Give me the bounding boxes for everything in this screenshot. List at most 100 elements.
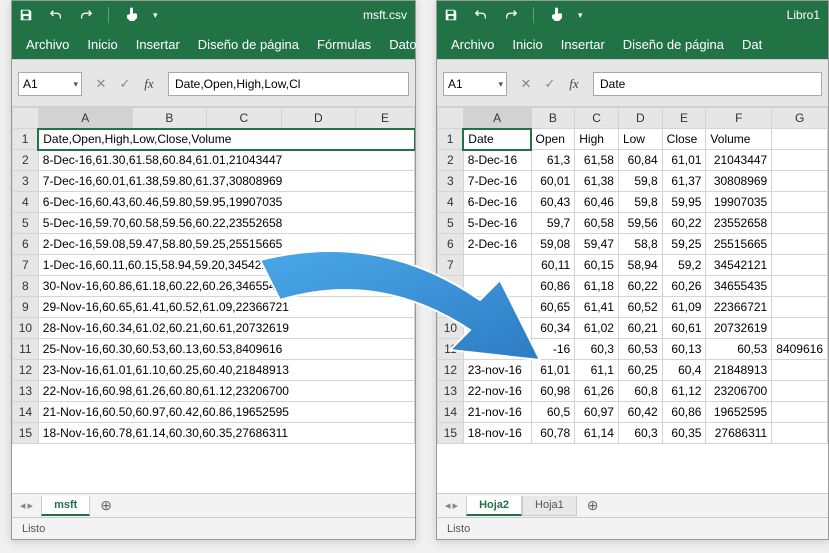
cell[interactable]: 61,09 <box>662 297 706 318</box>
cell[interactable] <box>772 423 828 444</box>
cell[interactable]: 60,53 <box>706 339 772 360</box>
col-header[interactable]: E <box>356 108 415 129</box>
row-header[interactable]: 9 <box>13 297 39 318</box>
cell[interactable]: 58,8 <box>618 234 662 255</box>
cancel-formula-icon[interactable]: ✕ <box>517 76 535 92</box>
cell[interactable] <box>772 255 828 276</box>
cell[interactable]: 59,8 <box>618 192 662 213</box>
row-header[interactable]: 11 <box>438 339 464 360</box>
cell[interactable]: 61,01 <box>662 150 706 171</box>
cell[interactable]: 25515665 <box>706 234 772 255</box>
cell[interactable]: Close <box>662 129 706 150</box>
accept-formula-icon[interactable]: ✓ <box>116 76 134 92</box>
cell[interactable]: 20732619 <box>706 318 772 339</box>
row-header[interactable]: 9 <box>438 297 464 318</box>
cell[interactable]: 8-Dec-16,61.30,61.58,60.84,61.01,2104344… <box>38 150 414 171</box>
col-header[interactable]: A <box>38 108 132 129</box>
cell[interactable]: 23-Nov-16,61.01,61.10,60.25,60.40,218489… <box>38 360 414 381</box>
col-header[interactable]: B <box>132 108 206 129</box>
cell[interactable]: Date <box>463 129 531 150</box>
cell[interactable]: 30-Nov-16,60.86,61.18,60.22,60.26,346554… <box>38 276 414 297</box>
fx-icon[interactable]: fx <box>140 76 158 92</box>
cell[interactable]: 60,11 <box>531 255 575 276</box>
cell[interactable]: 5-Dec-16,59.70,60.58,59.56,60.22,2355265… <box>38 213 414 234</box>
ribbon-tab-dat[interactable]: Dat <box>742 37 762 52</box>
cell[interactable]: 60,22 <box>662 213 706 234</box>
cell[interactable]: -16 <box>531 339 575 360</box>
tab-nav-prev-icon[interactable]: ◂ <box>445 499 451 512</box>
cell[interactable]: 19907035 <box>706 192 772 213</box>
cell[interactable] <box>772 171 828 192</box>
col-header[interactable]: C <box>575 108 619 129</box>
row-header[interactable]: 14 <box>13 402 39 423</box>
cell[interactable]: High <box>575 129 619 150</box>
row-header[interactable]: 8 <box>438 276 464 297</box>
ribbon-tab-frmulas[interactable]: Fórmulas <box>317 37 371 52</box>
cell[interactable] <box>772 318 828 339</box>
cell[interactable]: 60,97 <box>575 402 619 423</box>
cell[interactable]: 60,58 <box>575 213 619 234</box>
row-header[interactable]: 15 <box>438 423 464 444</box>
cell[interactable]: 1-Dec-16,60.11,60.15,58.94,59.20,3454212… <box>38 255 414 276</box>
cell[interactable]: 60,84 <box>618 150 662 171</box>
cell[interactable]: 60,42 <box>618 402 662 423</box>
cell[interactable]: 22-nov-16 <box>463 381 531 402</box>
cell[interactable]: 30808969 <box>706 171 772 192</box>
cell[interactable]: 60,25 <box>618 360 662 381</box>
spreadsheet-grid[interactable]: ABCDE1Date,Open,High,Low,Close,Volume28-… <box>12 107 415 493</box>
ribbon-tab-insertar[interactable]: Insertar <box>561 37 605 52</box>
cell[interactable]: 7-Dec-16 <box>463 171 531 192</box>
accept-formula-icon[interactable]: ✓ <box>541 76 559 92</box>
cell[interactable]: Volume <box>706 129 772 150</box>
cell[interactable]: Open <box>531 129 575 150</box>
col-header[interactable]: D <box>618 108 662 129</box>
col-header[interactable]: C <box>207 108 281 129</box>
col-header[interactable]: E <box>662 108 706 129</box>
cell[interactable]: 7-Dec-16,60.01,61.38,59.80,61.37,3080896… <box>38 171 414 192</box>
cell[interactable]: 8409616 <box>772 339 828 360</box>
col-header[interactable]: G <box>772 108 828 129</box>
cell[interactable]: 59,25 <box>662 234 706 255</box>
cell[interactable] <box>463 297 531 318</box>
formula-input[interactable]: Date <box>593 72 822 96</box>
row-header[interactable]: 1 <box>13 129 39 150</box>
sheet-tab-hoja1[interactable]: Hoja1 <box>522 496 577 516</box>
cell[interactable]: 2-Dec-16 <box>463 234 531 255</box>
cell[interactable]: 25-Nov-16,60.30,60.53,60.13,60.53,840961… <box>38 339 414 360</box>
cell[interactable]: 21043447 <box>706 150 772 171</box>
name-box[interactable]: A1▾ <box>443 72 507 96</box>
cell[interactable]: 28-Nov-16,60.34,61.02,60.21,60.61,207326… <box>38 318 414 339</box>
spreadsheet-grid[interactable]: ABCDEFG1DateOpenHighLowCloseVolume28-Dec… <box>437 107 828 493</box>
cell[interactable]: 34542121 <box>706 255 772 276</box>
cell[interactable]: 60,53 <box>618 339 662 360</box>
cell[interactable]: Low <box>618 129 662 150</box>
cell[interactable]: 60,3 <box>618 423 662 444</box>
row-header[interactable]: 12 <box>438 360 464 381</box>
cell[interactable] <box>463 276 531 297</box>
cell[interactable]: 18-nov-16 <box>463 423 531 444</box>
cell[interactable]: 60,98 <box>531 381 575 402</box>
ribbon-tab-archivo[interactable]: Archivo <box>451 37 494 52</box>
row-header[interactable]: 10 <box>438 318 464 339</box>
cell[interactable]: 61,26 <box>575 381 619 402</box>
tab-nav-next-icon[interactable]: ▸ <box>28 499 34 512</box>
cell[interactable] <box>772 129 828 150</box>
row-header[interactable]: 5 <box>13 213 39 234</box>
row-header[interactable]: 6 <box>438 234 464 255</box>
undo-icon[interactable] <box>473 7 489 23</box>
col-header[interactable]: D <box>281 108 355 129</box>
cell[interactable]: 60,52 <box>618 297 662 318</box>
cell[interactable]: 61,1 <box>575 360 619 381</box>
cell[interactable] <box>463 318 531 339</box>
ribbon-tab-diseodepgina[interactable]: Diseño de página <box>623 37 724 52</box>
cell[interactable]: 19652595 <box>706 402 772 423</box>
cell[interactable]: 59,56 <box>618 213 662 234</box>
touch-mode-icon[interactable] <box>123 7 139 23</box>
cell[interactable]: 60,21 <box>618 318 662 339</box>
cell[interactable]: 60,65 <box>531 297 575 318</box>
cell[interactable]: 27686311 <box>706 423 772 444</box>
cell[interactable]: 60,86 <box>531 276 575 297</box>
save-icon[interactable] <box>443 7 459 23</box>
cell[interactable]: 59,47 <box>575 234 619 255</box>
redo-icon[interactable] <box>503 7 519 23</box>
